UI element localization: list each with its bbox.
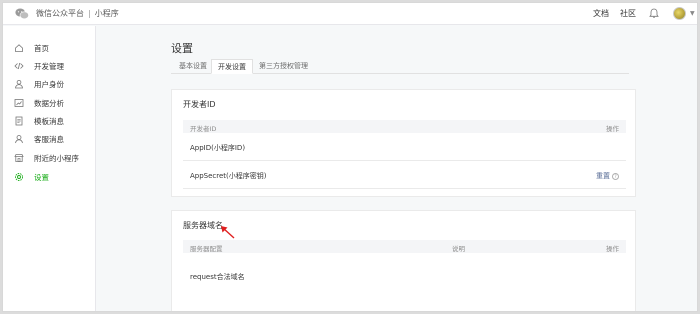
sidebar-item-label: 模板消息 [34,116,64,126]
code-icon [14,62,24,70]
sidebar-item-label: 首页 [34,43,49,53]
column-header: 操作 [606,125,619,133]
column-header: 说明 [452,245,465,253]
document-icon [15,116,23,126]
help-icon[interactable]: ? [612,172,619,180]
page-title: 设置 [171,42,193,55]
sidebar: 首页 开发管理 用户身份 数据分析 模板消息 客服消息 附近的小程序 设置 [3,26,96,311]
reset-label: 重置 [596,172,610,180]
server-domain-card: 服务器域名 服务器配置 说明 操作 request合法域名 [171,210,636,311]
table-header: 服务器配置 说明 操作 [183,240,626,253]
table-row: AppID(小程序ID) [183,134,626,161]
nav-docs-link[interactable]: 文档 [593,8,609,19]
table-header: 开发者ID 操作 [183,120,626,133]
developer-id-card: 开发者ID 开发者ID 操作 AppID(小程序ID) AppSecret(小程… [171,89,636,197]
appsecret-label: AppSecret(小程序密钥) [190,172,267,180]
wechat-logo-icon[interactable] [15,8,29,20]
service-icon [15,135,23,144]
tab-dev-settings[interactable]: 开发设置 [211,59,253,74]
card-title: 开发者ID [183,100,216,109]
table-row: AppSecret(小程序密钥) 重置? [183,162,626,189]
sidebar-item-label: 附近的小程序 [34,153,79,163]
annotation-arrow-icon [221,226,235,239]
user-icon [15,79,23,89]
chevron-down-icon[interactable]: ▼ [690,10,695,17]
brand-title[interactable]: 微信公众平台 | 小程序 [36,8,119,19]
appid-label: AppID(小程序ID) [190,144,246,152]
avatar[interactable] [673,7,686,20]
request-domain-label: request合法域名 [190,273,245,281]
sidebar-item-template-messages[interactable]: 模板消息 [3,113,96,129]
gear-icon [15,173,23,181]
sidebar-item-user-identity[interactable]: 用户身份 [3,76,96,92]
table-row: request合法域名 [183,263,626,290]
sidebar-item-settings[interactable]: 设置 [3,169,96,185]
column-header: 服务器配置 [190,245,223,253]
sidebar-item-label: 开发管理 [34,61,64,71]
column-header: 开发者ID [190,125,217,133]
brand-name: 微信公众平台 [36,9,84,18]
sidebar-item-label: 设置 [34,172,49,182]
sidebar-item-label: 客服消息 [34,134,64,144]
home-icon [15,44,23,52]
sidebar-item-nearby-miniprograms[interactable]: 附近的小程序 [3,150,96,166]
reset-button[interactable]: 重置? [596,171,619,181]
settings-tabs: 基本设置 开发设置 第三方授权管理 [171,59,629,74]
tab-basic-settings[interactable]: 基本设置 [179,61,207,71]
sidebar-item-dev-management[interactable]: 开发管理 [3,58,96,74]
app-window: 微信公众平台 | 小程序 文档 社区 ▼ 首页 开发管理 用户身份 数据分析 模… [2,2,698,312]
sidebar-item-data-analysis[interactable]: 数据分析 [3,95,96,111]
sidebar-item-home[interactable]: 首页 [3,40,96,56]
card-title: 服务器域名 [183,221,223,230]
main-content: 设置 基本设置 开发设置 第三方授权管理 开发者ID 开发者ID 操作 AppI… [97,26,697,311]
tab-third-party-auth[interactable]: 第三方授权管理 [259,61,308,71]
nav-community-link[interactable]: 社区 [620,8,636,19]
sidebar-item-customer-service[interactable]: 客服消息 [3,131,96,147]
store-icon [14,154,24,162]
sidebar-item-label: 用户身份 [34,79,64,89]
bell-icon[interactable] [649,8,659,19]
chart-icon [14,99,24,107]
product-name: 小程序 [94,9,119,18]
sidebar-item-label: 数据分析 [34,98,64,108]
column-header: 操作 [606,245,619,253]
brand-separator: | [88,9,91,18]
top-bar: 微信公众平台 | 小程序 文档 社区 ▼ [3,3,697,25]
